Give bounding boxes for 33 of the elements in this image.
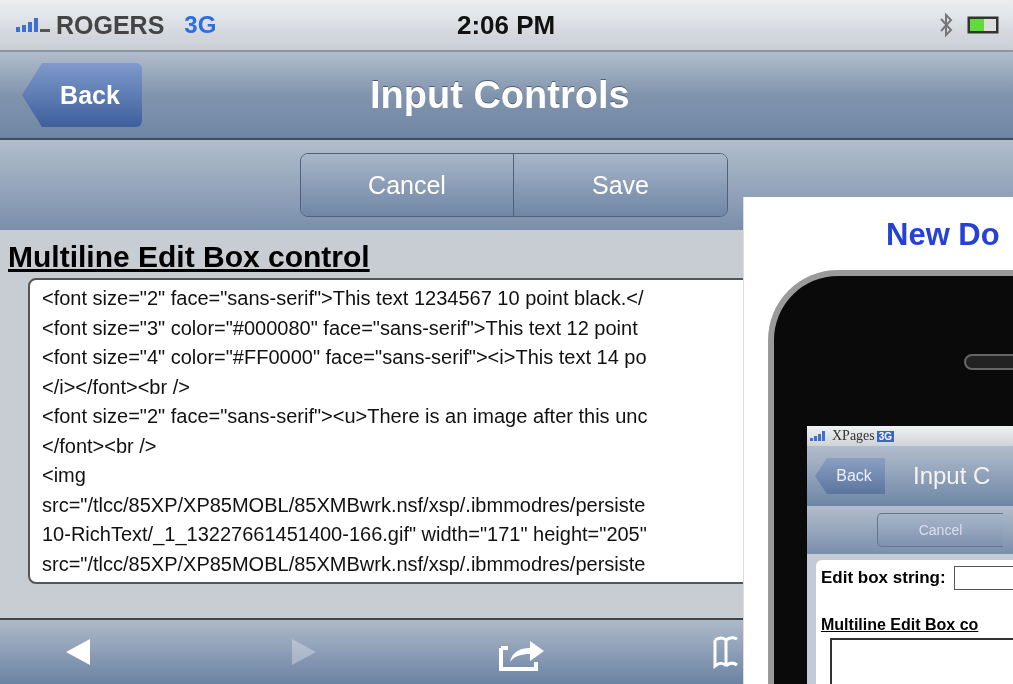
text-line: </i></font><br /> (42, 374, 191, 400)
text-line: <font size="2" face="sans-serif"><u>There is an image after this unc (42, 404, 649, 429)
toolbar-button[interactable]: Cancel (301, 154, 514, 216)
section-heading: Multiline Edit Box co (821, 616, 979, 634)
input-field (953, 566, 1013, 590)
page-title: Input C (913, 462, 991, 490)
carrier-name: XPages (832, 428, 875, 444)
status-time: 2:06 PM (457, 9, 556, 41)
text-line: src="/tlcc/85XP/XP85MOBL/85XMBwrk.nsf/xsp/.ibmmodres/persiste (42, 551, 647, 577)
text-line: </font><br /> (42, 433, 158, 459)
text-line: src="/tlcc/85XP/XP85MOBL/85XMBwrk.nsf/xsp/.ibmmodres/persiste (42, 492, 647, 518)
book-icon[interactable] (712, 634, 738, 670)
text-line: <font size="2" face="sans-serif">This text 1234567 10 point black.</ (42, 286, 645, 311)
field-label: Edit box string: (821, 568, 946, 588)
carrier-name: ROGERS (56, 10, 165, 40)
bluetooth-icon (939, 12, 953, 38)
text-line: <font size="3" color="#000080" face="sans-serif">This text 12 point (42, 315, 639, 341)
network-type: 3G (184, 11, 217, 39)
battery-icon (967, 16, 1001, 34)
overlay-heading: New Do (886, 217, 1000, 253)
toolbar-button[interactable]: Save (514, 154, 727, 216)
section-heading: Multiline Edit Box control (8, 240, 370, 274)
page-title: Input Controls (370, 73, 630, 117)
back-arrow-icon[interactable] (64, 637, 92, 667)
back-button[interactable]: Back (22, 63, 142, 127)
toolbar-button[interactable]: Cancel (877, 513, 1003, 547)
back-button[interactable]: Back (815, 458, 885, 494)
text-line: <img (42, 463, 87, 488)
network-badge: 3G (876, 430, 895, 442)
phone-speaker (964, 354, 1013, 370)
signal-icon (16, 17, 52, 33)
text-line: <font size="4" color="#FF0000" face="sans-serif"><i>This text 14 po (42, 345, 648, 370)
text-line: 10-RichText/_1_13227661451400-166.gif" width="171" height="205" (42, 522, 648, 548)
